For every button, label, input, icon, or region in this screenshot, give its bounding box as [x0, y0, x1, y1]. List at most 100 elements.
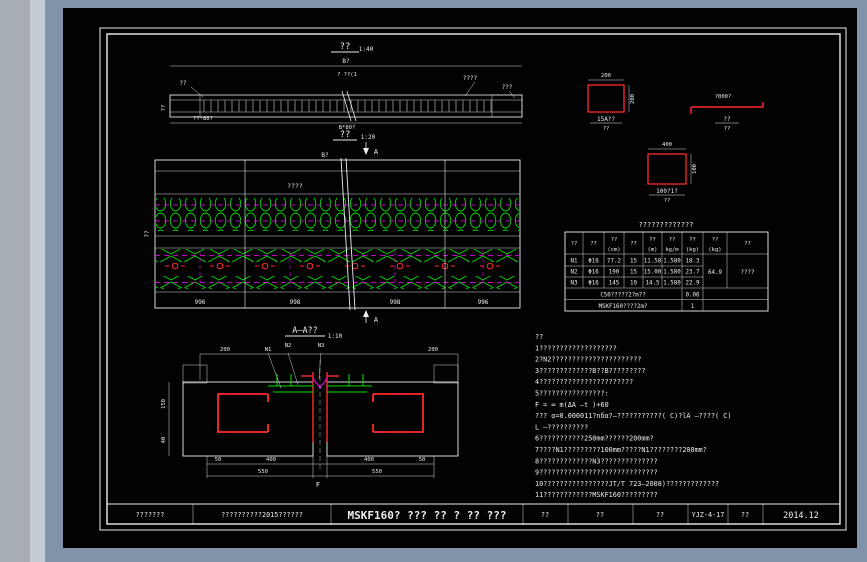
dim-label: ? ??(1	[337, 72, 357, 78]
scale-label: 1:20	[361, 134, 376, 141]
detail-label: ??	[723, 116, 731, 123]
left-panel	[0, 0, 30, 562]
notes: ?? 1??????????????????? 2?N2????????????…	[535, 333, 731, 499]
table-header-cell: ??	[669, 237, 676, 243]
table-title: ?????????????	[639, 221, 694, 229]
table-cell: MSKF160????2m?	[599, 304, 648, 310]
titleblock-cell: ??	[596, 511, 604, 519]
table-header-cell: ??	[611, 237, 618, 243]
table-cell: C50?????2?m??	[600, 293, 645, 299]
view-title: A—A??	[292, 326, 318, 336]
detail-label: ??	[603, 126, 610, 132]
dim-label: 550	[258, 469, 268, 475]
note-line: 6???????????250mm??????200mm?	[535, 435, 654, 443]
table-cell: 23.7	[686, 270, 700, 276]
note-line: 9?????????????????????????????	[535, 469, 658, 477]
rebar-label: N2	[285, 343, 292, 349]
note-line: 3?????????????B??B?????????	[535, 367, 646, 375]
table-cell: 15	[630, 270, 637, 276]
table-header-cell: (cm)	[607, 247, 620, 253]
detail-label: 100?1?	[656, 188, 678, 195]
table-cell: 145	[609, 281, 620, 287]
table-cell: 1	[691, 304, 695, 310]
titleblock-cell: ??	[541, 511, 549, 519]
leader-label: ???	[502, 84, 513, 91]
table-cell: 15	[630, 259, 637, 265]
table-header-cell: ??	[744, 241, 751, 247]
rebar-label: N3	[318, 343, 325, 349]
dim-label: ??*80?	[193, 116, 213, 122]
table-cell: Φ16	[588, 270, 599, 276]
dim-label: 996	[195, 299, 206, 306]
section-mark-label: A	[374, 148, 379, 156]
table-header-cell: ??	[630, 241, 637, 247]
table-header-cell: ??	[649, 237, 656, 243]
dim-label: 998	[290, 299, 301, 306]
dim-label: 200	[630, 94, 636, 104]
cad-canvas: ?? 1:40 B? ? ??(1 ?? ???? ??? ??*80? B*8…	[63, 8, 857, 548]
quantity-table: ????????????? ?? ?? ?? (cm) ?? ?? (m) ??…	[564, 221, 769, 312]
table-cell: 64.9	[708, 270, 722, 276]
dim-label: 150	[161, 399, 167, 409]
dim-label: ??	[144, 230, 151, 238]
note-line: 4???????????????????????	[535, 378, 633, 386]
note-line: L —??????????	[535, 423, 588, 431]
table-header-cell: (kg)	[686, 247, 699, 253]
table-header-cell: (m)	[648, 247, 658, 253]
drawing-title: MSKF160? ??? ?? ? ?? ???	[348, 509, 507, 522]
table-header-cell: ??	[712, 237, 719, 243]
note-line: 11????????????MSKF160?????????	[535, 491, 658, 499]
note-line: 8?????????????N3??????????????	[535, 457, 658, 465]
titleblock-cell: ??	[656, 511, 664, 519]
table-header-cell: ??	[689, 237, 696, 243]
table-cell: Φ16	[588, 281, 599, 287]
table-cell: 22.9	[686, 281, 700, 287]
drawing-date: 2014.12	[783, 511, 819, 521]
drawing-number: YJZ-4-17	[692, 511, 725, 519]
detail-anchor-plate: 200 200 15A?? ??	[587, 73, 636, 132]
table-cell: Φ16	[588, 259, 599, 265]
table-header-cell: ??	[571, 241, 578, 247]
note-line: 7????N1?????????100mm?????N1????????200m…	[535, 446, 707, 454]
section-mark-label: A	[374, 316, 379, 324]
plan-view: ?? 1:20 B? A ???? 996 998 998 996 ?? A	[144, 130, 521, 324]
rebar-label: N1	[265, 347, 272, 353]
dim-label: B?	[342, 58, 350, 65]
titleblock-cell: ???????	[136, 511, 165, 519]
titleblock-cell: ??????????2015??????	[221, 511, 303, 519]
leader-label: ??	[179, 80, 187, 87]
detail-steel-plate: 400 100 100?1? ??	[647, 142, 698, 204]
dim-label: 50	[215, 457, 222, 463]
detail-label: 15A??	[597, 116, 615, 123]
view-title: ??	[340, 42, 351, 52]
dim-label: 200	[601, 73, 611, 79]
note-line: 10????????????????JT/T 723—2008)????????…	[535, 480, 719, 488]
table-header-cell: ??	[590, 241, 597, 247]
titleblock-cell: ??	[741, 511, 749, 519]
dim-label: 200	[220, 347, 230, 353]
dim-label: 200	[428, 347, 438, 353]
table-cell: 190	[609, 270, 620, 276]
note-line: F = ∞ m(ΔA —t )+60	[535, 401, 609, 409]
table-cell: 18.3	[686, 259, 700, 265]
view-title: ??	[340, 130, 351, 140]
note-line: 2?N2??????????????????????	[535, 356, 641, 364]
section-view: A—A?? 1:10 200 N1 N2 N3 200 150 40 50 40…	[161, 326, 459, 489]
table-cell: 10	[630, 281, 637, 287]
left-panel-divider	[30, 0, 46, 562]
dim-label: 100	[692, 164, 698, 174]
table-cell: 11.58	[644, 259, 662, 265]
scale-label: 1:10	[328, 333, 343, 340]
dim-label: ??	[161, 105, 167, 112]
section-mark-bottom-arrow	[363, 310, 369, 317]
table-cell: 14.5	[646, 281, 660, 287]
note-line: ??? α=0.000011?nδα?—???????????( C)?lA —…	[535, 412, 731, 420]
note-line: 1???????????????????	[535, 344, 617, 352]
scale-label: 1:40	[359, 46, 374, 53]
dim-label: 996	[478, 299, 489, 306]
table-cell: 1.580	[663, 270, 681, 276]
leader-label: ????	[463, 75, 478, 82]
dim-label: 50	[419, 457, 426, 463]
table-cell: 77.2	[607, 259, 621, 265]
table-cell: 0.06	[686, 293, 700, 299]
